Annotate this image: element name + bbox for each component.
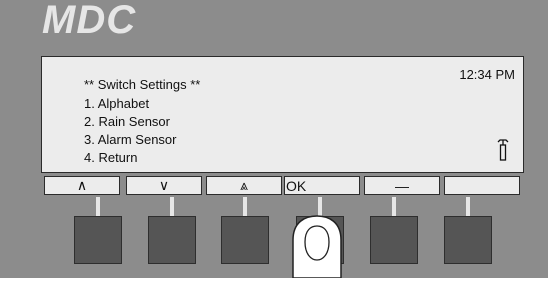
menu-item-return[interactable]: 4. Return	[84, 150, 137, 165]
clock-readout: 12:34 PM	[459, 67, 515, 82]
softkey-ok-label: OK	[286, 177, 307, 194]
softkey-up[interactable]: ∧	[44, 176, 120, 195]
hardware-button-1[interactable]	[74, 216, 122, 264]
hardware-button-3[interactable]	[221, 216, 269, 264]
button-stem	[243, 197, 247, 217]
softkey-blank[interactable]	[444, 176, 520, 195]
button-stem	[96, 197, 100, 217]
button-stem	[392, 197, 396, 217]
brand-logo: MDC	[42, 0, 137, 42]
caret-down-icon: ∨	[158, 177, 170, 193]
lcd-display: 12:34 PM ** Switch Settings ** 1. Alphab…	[41, 56, 524, 173]
hardware-button-5[interactable]	[370, 216, 418, 264]
menu-title: ** Switch Settings **	[84, 77, 201, 92]
dash-icon: —	[395, 177, 409, 194]
menu-item-rain-sensor[interactable]: 2. Rain Sensor	[84, 114, 170, 129]
softkey-ok[interactable]: OK	[284, 176, 360, 195]
button-stem	[466, 197, 470, 217]
double-caret-up-icon: ⩓	[240, 177, 248, 193]
device-panel: MDC 12:34 PM ** Switch Settings ** 1. Al…	[0, 0, 548, 279]
menu-item-alphabet[interactable]: 1. Alphabet	[84, 96, 149, 111]
softkey-page-up[interactable]: ⩓	[206, 176, 282, 195]
softkey-dash[interactable]: —	[364, 176, 440, 195]
caret-up-icon: ∧	[76, 177, 88, 193]
softkey-down[interactable]: ∨	[126, 176, 202, 195]
hardware-button-6[interactable]	[444, 216, 492, 264]
finger-press-icon	[291, 214, 343, 283]
signal-antenna-icon	[497, 139, 509, 166]
button-stem	[170, 197, 174, 217]
menu-item-alarm-sensor[interactable]: 3. Alarm Sensor	[84, 132, 177, 147]
hardware-button-2[interactable]	[148, 216, 196, 264]
